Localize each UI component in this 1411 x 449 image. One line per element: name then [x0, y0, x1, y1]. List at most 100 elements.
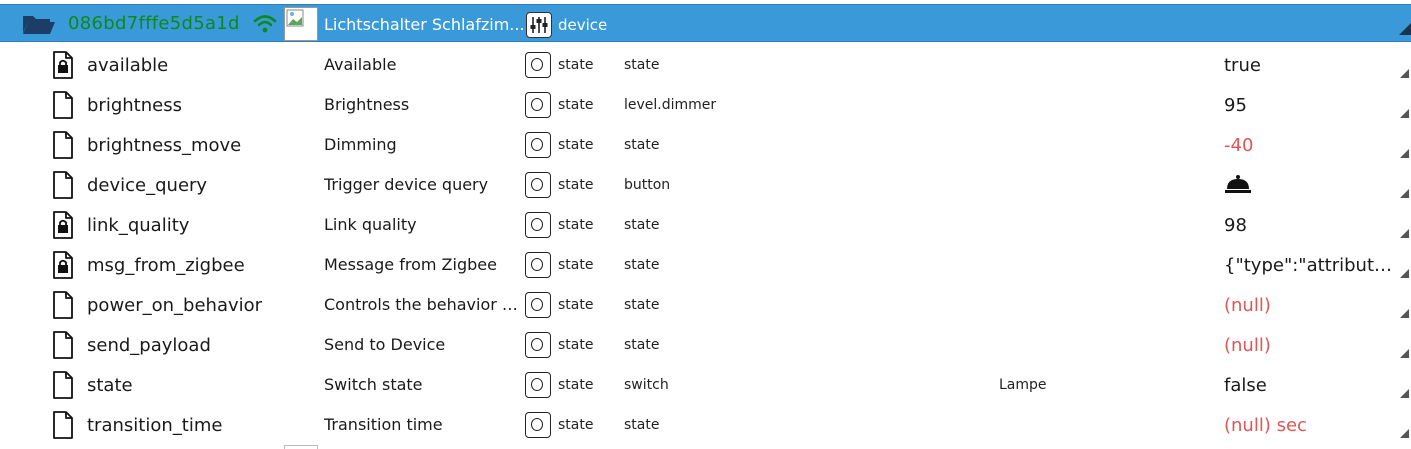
state-type: state	[558, 217, 594, 233]
edit-corner-icon[interactable]	[1400, 269, 1409, 278]
file-lock-icon	[52, 51, 74, 83]
edit-corner-icon[interactable]	[1400, 149, 1409, 158]
state-value[interactable]: false	[1224, 375, 1400, 396]
table-row[interactable]: available Available state state true	[0, 45, 1411, 85]
state-value[interactable]: -40	[1224, 135, 1400, 156]
state-id[interactable]: device_query	[87, 175, 207, 196]
bell-icon[interactable]	[1224, 174, 1400, 199]
state-type: state	[558, 377, 594, 393]
table-row[interactable]: brightness Brightness state level.dimmer 95	[0, 85, 1411, 125]
file-icon	[52, 171, 74, 203]
state-type-icon	[525, 332, 551, 358]
file-icon	[52, 131, 74, 163]
state-role[interactable]: state	[624, 57, 659, 73]
state-type-icon	[525, 212, 551, 238]
table-row[interactable]: brightness_move Dimming state state -40	[0, 125, 1411, 165]
table-row[interactable]: msg_from_zigbee Message from Zigbee state s…	[0, 245, 1411, 285]
state-id[interactable]: send_payload	[87, 335, 211, 356]
row-image-placeholder	[284, 445, 318, 449]
state-id[interactable]: available	[87, 55, 168, 76]
device-name[interactable]: Lichtschalter Schlafzim...	[324, 15, 525, 34]
state-name[interactable]: Send to Device	[324, 335, 522, 354]
edit-corner-icon[interactable]	[1400, 189, 1409, 198]
state-value[interactable]: {"type":"attributeR...	[1224, 255, 1400, 276]
state-name[interactable]: Transition time	[324, 415, 522, 434]
state-type: state	[558, 137, 594, 153]
state-type: state	[558, 177, 594, 193]
edit-corner-icon[interactable]	[1400, 69, 1409, 78]
file-icon	[52, 371, 74, 403]
state-name[interactable]: Trigger device query	[324, 175, 522, 194]
wifi-icon	[253, 14, 277, 38]
state-value[interactable]: true	[1224, 55, 1400, 76]
state-role[interactable]: state	[624, 217, 659, 233]
state-type-icon	[525, 292, 551, 318]
device-role: device	[558, 16, 608, 34]
state-role[interactable]: switch	[624, 377, 669, 393]
edit-corner-icon[interactable]	[1400, 349, 1409, 358]
state-type-icon	[525, 412, 551, 438]
edit-corner-icon[interactable]	[1400, 429, 1409, 438]
state-type: state	[558, 297, 594, 313]
edit-corner-icon[interactable]	[1400, 309, 1409, 318]
table-row[interactable]: device_query Trigger device query state but…	[0, 165, 1411, 205]
state-id[interactable]: transition_time	[87, 415, 222, 436]
edit-corner-icon[interactable]	[1400, 109, 1409, 118]
state-id[interactable]: link_quality	[87, 215, 189, 236]
file-icon	[52, 91, 74, 123]
state-type-icon	[525, 172, 551, 198]
device-id[interactable]: 086bd7fffe5d5a1d	[68, 13, 240, 34]
state-role[interactable]: state	[624, 137, 659, 153]
state-role[interactable]: level.dimmer	[624, 97, 716, 113]
table-row[interactable]: state Switch state state switch Lampe false	[0, 365, 1411, 405]
file-icon	[52, 331, 74, 363]
state-role[interactable]: state	[624, 257, 659, 273]
state-name[interactable]: Dimming	[324, 135, 522, 154]
state-type: state	[558, 337, 594, 353]
edit-corner-icon[interactable]	[1399, 23, 1411, 35]
state-type-icon	[525, 372, 551, 398]
device-role-icon	[526, 12, 552, 38]
state-id[interactable]: state	[87, 375, 133, 396]
state-name[interactable]: Message from Zigbee	[324, 255, 522, 274]
table-row[interactable]: transition_time Transition time state state…	[0, 405, 1411, 445]
state-role[interactable]: button	[624, 177, 670, 193]
state-id[interactable]: brightness	[87, 95, 182, 116]
folder-open-icon[interactable]	[22, 13, 56, 39]
edit-corner-icon[interactable]	[1400, 389, 1409, 398]
state-name[interactable]: Switch state	[324, 375, 522, 394]
table-row[interactable]: link_quality Link quality state state 98	[0, 205, 1411, 245]
file-icon	[52, 291, 74, 323]
state-value[interactable]: 98	[1224, 215, 1400, 236]
device-header-row[interactable]: 086bd7fffe5d5a1d Lichtschalter Schlafzim…	[0, 4, 1411, 42]
file-lock-icon	[52, 251, 74, 283]
state-type: state	[558, 97, 594, 113]
state-room[interactable]: Lampe	[999, 377, 1047, 393]
state-type: state	[558, 257, 594, 273]
state-id[interactable]: brightness_move	[87, 135, 241, 156]
state-name[interactable]: Brightness	[324, 95, 522, 114]
state-type: state	[558, 57, 594, 73]
state-value[interactable]: (null) sec	[1224, 415, 1400, 436]
state-value[interactable]: (null)	[1224, 295, 1400, 316]
state-id[interactable]: power_on_behavior	[87, 295, 262, 316]
file-icon	[52, 411, 74, 443]
device-image-icon	[284, 7, 318, 41]
table-row[interactable]: power_on_behavior Controls the behavior w…	[0, 285, 1411, 325]
state-id[interactable]: msg_from_zigbee	[87, 255, 245, 276]
file-lock-icon	[52, 211, 74, 243]
state-type-icon	[525, 52, 551, 78]
table-row[interactable]: send_payload Send to Device state state (nul…	[0, 325, 1411, 365]
state-type-icon	[525, 252, 551, 278]
state-name[interactable]: Available	[324, 55, 522, 74]
state-value[interactable]: (null)	[1224, 335, 1400, 356]
state-role[interactable]: state	[624, 337, 659, 353]
state-type-icon	[525, 132, 551, 158]
state-role[interactable]: state	[624, 417, 659, 433]
state-role[interactable]: state	[624, 297, 659, 313]
state-type-icon	[525, 92, 551, 118]
edit-corner-icon[interactable]	[1400, 229, 1409, 238]
state-value[interactable]: 95	[1224, 95, 1400, 116]
state-name[interactable]: Controls the behavior w...	[324, 295, 522, 314]
state-name[interactable]: Link quality	[324, 215, 522, 234]
